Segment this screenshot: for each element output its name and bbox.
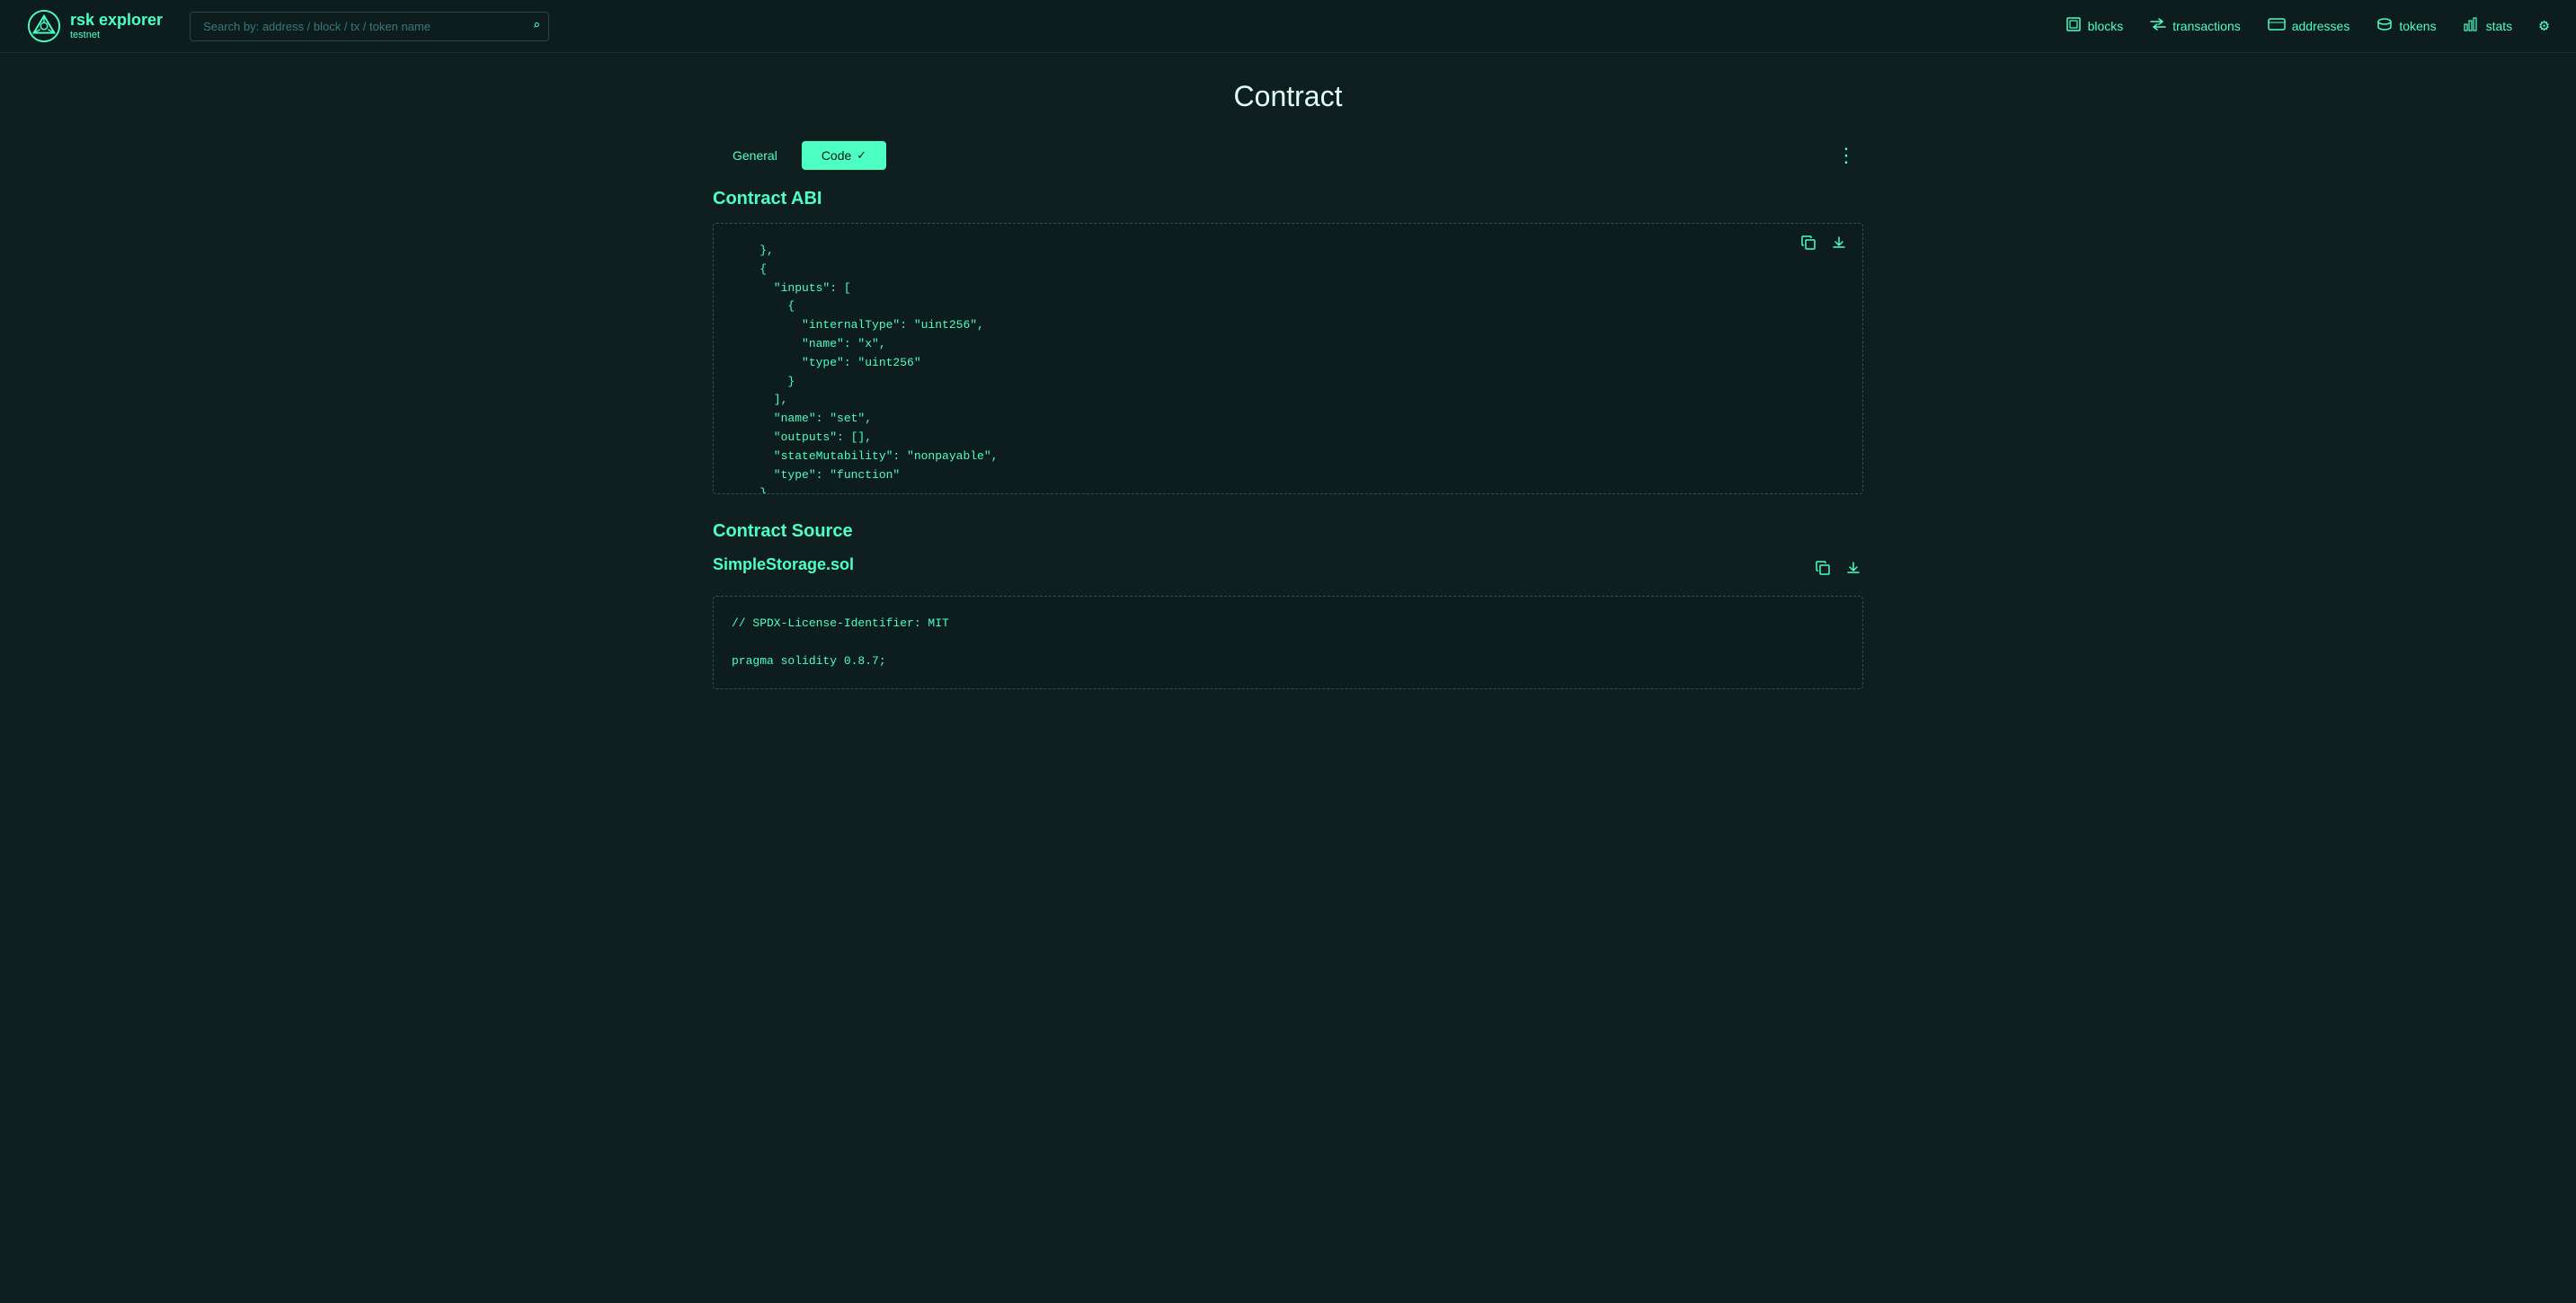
contract-abi-block: }, { "inputs": [ { "internalType": "uint… — [713, 223, 1863, 494]
settings-icon[interactable]: ⚙ — [2539, 16, 2549, 36]
tabs-left: General Code ✓ — [713, 141, 886, 170]
source-code-block: // SPDX-License-Identifier: MIT pragma s… — [713, 596, 1863, 689]
abi-code-text: }, { "inputs": [ { "internalType": "uint… — [732, 242, 1826, 493]
nav-links: blocks transactions addresses tokens sta… — [2065, 16, 2549, 37]
copy-icon — [1800, 235, 1817, 251]
search-input[interactable] — [190, 12, 549, 41]
contract-source-section: Contract Source SimpleStorage.sol — [713, 521, 1863, 689]
source-code-text: // SPDX-License-Identifier: MIT pragma s… — [732, 615, 1826, 670]
nav-tokens[interactable]: tokens — [2376, 18, 2436, 35]
search-icon: ⌕ — [533, 19, 540, 34]
tab-check-icon: ✓ — [857, 148, 866, 163]
logo-link[interactable]: rsk explorer testnet — [27, 9, 163, 43]
main-content: Contract General Code ✓ ⋮ Contract ABI — [659, 53, 1917, 743]
logo-text: rsk explorer testnet — [70, 12, 163, 40]
more-options-button[interactable]: ⋮ — [1829, 140, 1863, 171]
transactions-icon — [2150, 18, 2166, 35]
blocks-icon — [2065, 16, 2082, 37]
page-title: Contract — [713, 80, 1863, 113]
search-bar: ⌕ — [190, 12, 549, 41]
addresses-icon — [2268, 18, 2286, 35]
tab-code-label: Code — [822, 148, 851, 163]
contract-abi-title: Contract ABI — [713, 189, 1863, 209]
file-name: SimpleStorage.sol — [713, 555, 854, 574]
source-download-icon — [1845, 560, 1861, 576]
abi-actions — [1799, 233, 1849, 257]
nav-transactions[interactable]: transactions — [2150, 18, 2240, 35]
nav-addresses[interactable]: addresses — [2268, 18, 2350, 35]
abi-download-button[interactable] — [1829, 233, 1849, 257]
nav-stats[interactable]: stats — [2464, 17, 2513, 36]
file-header: SimpleStorage.sol — [713, 555, 1863, 585]
nav-blocks[interactable]: blocks — [2065, 16, 2124, 37]
source-download-button[interactable] — [1843, 558, 1863, 582]
nav-addresses-label: addresses — [2292, 19, 2350, 33]
source-copy-icon — [1815, 560, 1831, 576]
tab-general[interactable]: General — [713, 141, 797, 170]
nav-transactions-label: transactions — [2172, 19, 2240, 33]
source-code-area[interactable]: // SPDX-License-Identifier: MIT pragma s… — [714, 597, 1862, 688]
tabs-bar: General Code ✓ ⋮ — [713, 140, 1863, 171]
nav-stats-label: stats — [2486, 19, 2513, 33]
nav-tokens-label: tokens — [2399, 19, 2436, 33]
download-icon — [1831, 235, 1847, 251]
stats-icon — [2464, 17, 2480, 36]
abi-code-area[interactable]: }, { "inputs": [ { "internalType": "uint… — [714, 224, 1862, 493]
tab-code[interactable]: Code ✓ — [802, 141, 886, 170]
source-copy-button[interactable] — [1813, 558, 1833, 582]
contract-abi-section: Contract ABI }, { " — [713, 189, 1863, 494]
app-subtitle: testnet — [70, 30, 163, 40]
app-title: rsk explorer — [70, 12, 163, 30]
nav-blocks-label: blocks — [2088, 19, 2124, 33]
tokens-icon — [2376, 18, 2393, 35]
abi-copy-button[interactable] — [1799, 233, 1818, 257]
navbar: rsk explorer testnet ⌕ blocks transactio… — [0, 0, 2576, 53]
logo-icon — [27, 9, 61, 43]
contract-source-title: Contract Source — [713, 521, 1863, 542]
source-actions — [1813, 558, 1863, 582]
